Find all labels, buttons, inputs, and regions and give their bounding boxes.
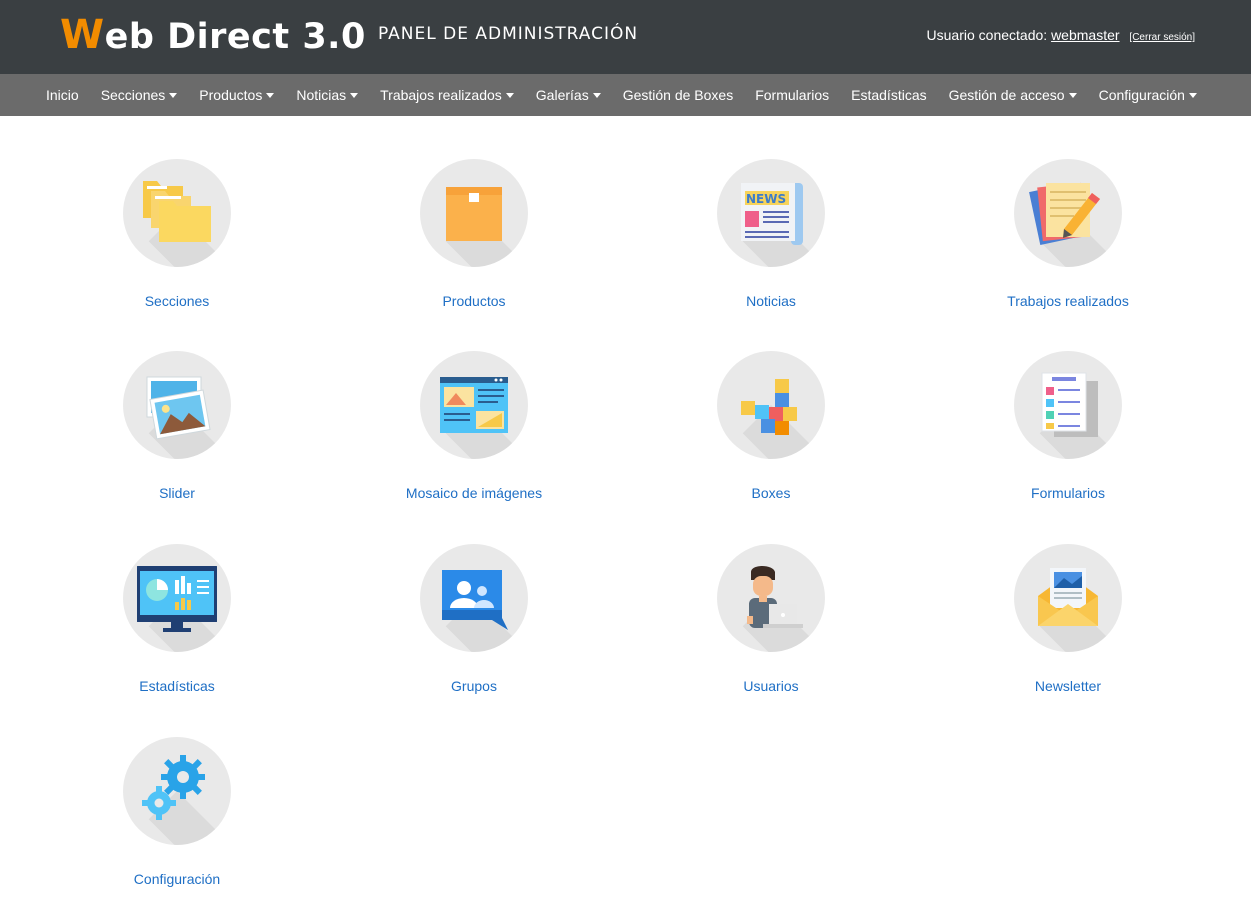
caret-down-icon [1068,92,1077,98]
user-laptop-icon [747,566,803,628]
tile-label: Boxes [751,485,791,501]
tile-slider[interactable]: Slider [47,351,307,521]
nav-item-galerias[interactable]: Galerías [525,74,612,116]
envelope-letter-icon [1038,568,1098,626]
panel-title: PANEL DE ADMINISTRACIÓN [378,24,639,44]
tile-grupos[interactable]: Grupos [344,544,604,714]
nav-item-gestion-acceso[interactable]: Gestión de acceso [938,74,1088,116]
tile-label: Usuarios [743,678,799,694]
tile-label: Productos [442,293,506,309]
tile-boxes[interactable]: Boxes [641,351,901,521]
nav-item-formularios[interactable]: Formularios [744,74,840,116]
tile-secciones[interactable]: Secciones [47,159,307,329]
logout-link[interactable]: [Cerrar sesión] [1129,32,1195,43]
nav-item-inicio[interactable]: Inicio [35,74,90,116]
tile-label: Formularios [1031,485,1105,501]
caret-down-icon [505,92,514,98]
tile-productos[interactable]: Productos [344,159,604,329]
top-header: Web Direct 3.0 PANEL DE ADMINISTRACIÓN U… [0,0,1251,74]
tile-label: Configuración [133,871,221,887]
tile-label: Trabajos realizados [1007,293,1129,309]
nav-item-estadisticas[interactable]: Estadísticas [840,74,937,116]
form-checklist-icon [1041,372,1098,437]
logo: Web Direct 3.0 [60,12,366,58]
tile-label: Secciones [144,293,210,309]
nav-item-gestion-boxes[interactable]: Gestión de Boxes [612,74,745,116]
tile-formularios[interactable]: Formularios [938,351,1198,521]
nav-item-secciones[interactable]: Secciones [90,74,189,116]
tile-label: Mosaico de imágenes [405,485,543,501]
tile-estadisticas[interactable]: Estadísticas [47,544,307,714]
caret-down-icon [169,92,178,98]
gears-icon [142,755,205,820]
notepad-pencil-icon [1029,182,1100,245]
tile-noticias[interactable]: NEWS Noticias [641,159,901,329]
user-info: Usuario conectado: webmaster [Cerrar ses… [927,27,1195,43]
group-chat-icon [442,570,508,630]
user-prefix: Usuario conectado: [926,27,1048,43]
tile-label: Estadísticas [139,678,215,694]
newspaper-icon: NEWS [741,183,803,245]
tile-label: Grupos [451,678,497,694]
tile-configuracion[interactable]: Configuración [47,737,307,907]
caret-down-icon [266,92,275,98]
cubes-icon [741,379,797,435]
svg-text:NEWS: NEWS [746,192,786,206]
caret-down-icon [592,92,601,98]
nav-item-configuracion[interactable]: Configuración [1088,74,1208,116]
tile-mosaico[interactable]: Mosaico de imágenes [344,351,604,521]
caret-down-icon [1188,92,1197,98]
tile-usuarios[interactable]: Usuarios [641,544,901,714]
folders-icon [143,181,211,242]
caret-down-icon [350,92,359,98]
box-icon [446,187,502,241]
tile-trabajos[interactable]: Trabajos realizados [938,159,1198,329]
main-nav: Inicio Secciones Productos Noticias Trab… [0,74,1251,116]
username-link[interactable]: webmaster [1051,27,1119,43]
nav-item-noticias[interactable]: Noticias [285,74,369,116]
web-layout-icon [440,377,508,433]
tile-label: Slider [159,485,195,501]
tile-label: Noticias [746,293,796,309]
tile-label: Newsletter [1034,678,1102,694]
monitor-chart-icon [137,566,217,632]
nav-item-trabajos[interactable]: Trabajos realizados [369,74,525,116]
nav-item-productos[interactable]: Productos [188,74,285,116]
tile-newsletter[interactable]: Newsletter [938,544,1198,714]
photos-icon [146,376,211,440]
